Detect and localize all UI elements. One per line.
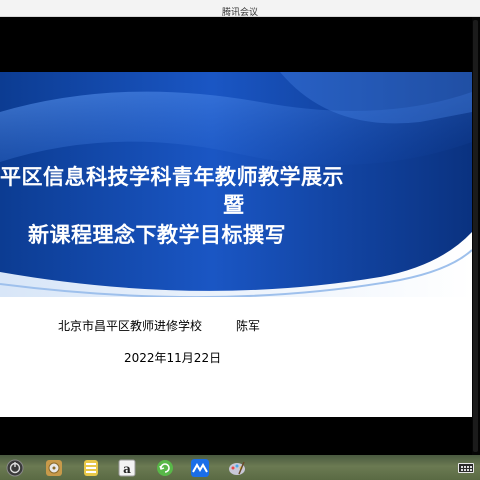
- taskbar: a: [0, 455, 480, 480]
- slide-title-line3: 新课程理念下教学目标撰写: [28, 223, 286, 247]
- slide-author: 陈军: [236, 319, 261, 333]
- tencent-meeting-icon[interactable]: [191, 459, 209, 477]
- keyboard-icon[interactable]: [458, 463, 474, 473]
- disk-icon[interactable]: [45, 459, 63, 477]
- meeting-stage: 平区信息科技学科青年教师教学展示 暨 新课程理念下教学目标撰写 北京市昌平区教师…: [0, 17, 480, 455]
- scrollbar-thumb[interactable]: [473, 20, 478, 452]
- slide-title-line1: 平区信息科技学科青年教师教学展示: [0, 165, 344, 189]
- slide-author-line: 北京市昌平区教师进修学校 陈军: [58, 317, 260, 334]
- font-viewer-icon[interactable]: a: [118, 459, 136, 477]
- power-icon[interactable]: [6, 459, 24, 477]
- svg-text:a: a: [123, 462, 131, 476]
- slide-date: 2022年11月22日: [124, 351, 222, 365]
- vertical-scrollbar[interactable]: [472, 17, 480, 455]
- refresh-icon[interactable]: [156, 459, 174, 477]
- shared-slide: 平区信息科技学科青年教师教学展示 暨 新课程理念下教学目标撰写 北京市昌平区教师…: [0, 72, 472, 417]
- slide-title-line2: 暨: [223, 193, 244, 217]
- window-titlebar: 腾讯会议: [0, 0, 480, 18]
- paint-icon[interactable]: [228, 459, 246, 477]
- app-icon[interactable]: [82, 459, 100, 477]
- slide-organization: 北京市昌平区教师进修学校: [58, 319, 203, 333]
